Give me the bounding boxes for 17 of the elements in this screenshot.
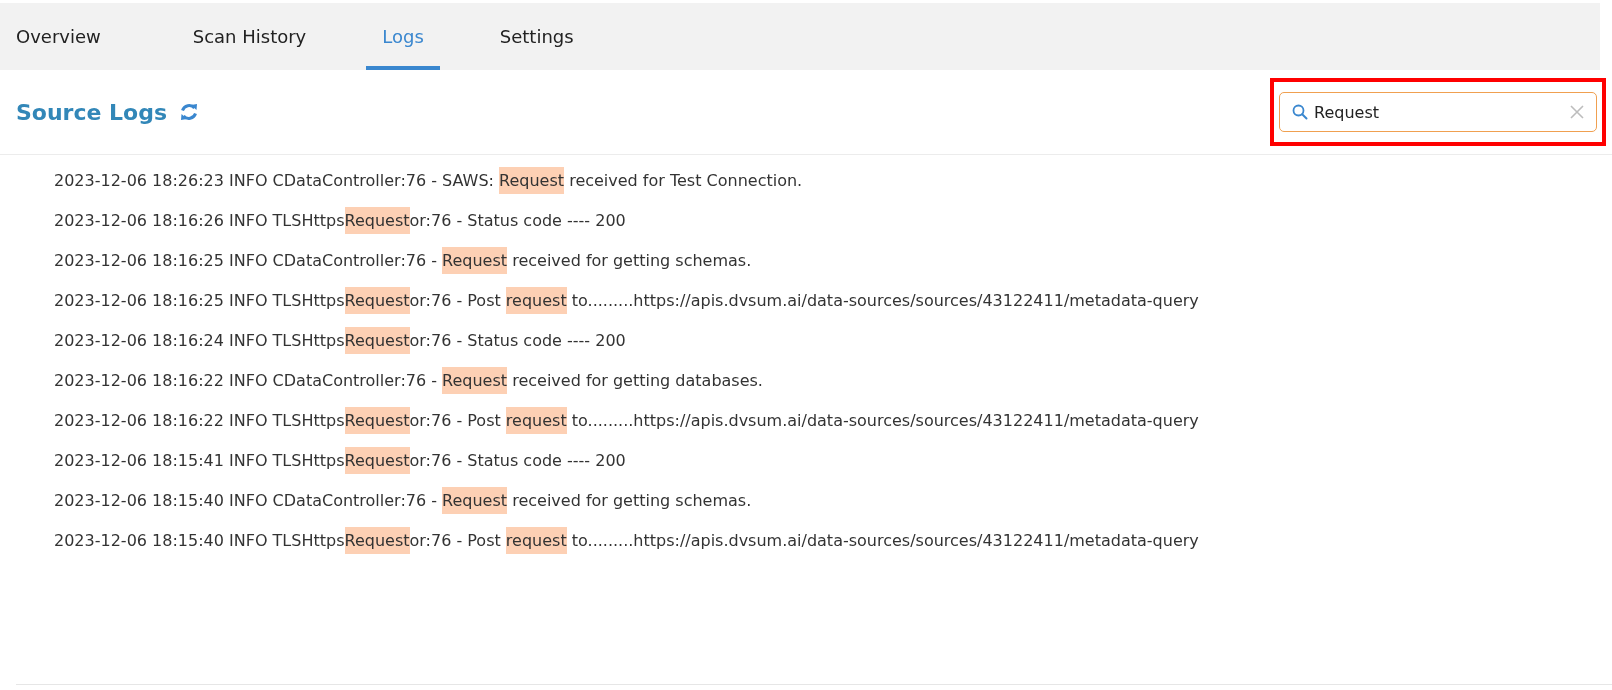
log-line: 2023-12-06 18:16:26 INFO TLSHttpsRequestor:76 - Status code ---- 200 <box>54 201 1612 241</box>
refresh-icon[interactable] <box>179 102 200 122</box>
search-icon <box>1292 104 1308 120</box>
log-line: 2023-12-06 18:16:22 INFO TLSHttpsRequestor:76 - Post request to.........https://apis.dvsum.ai/data-sources/sources/43122411/metadata-query <box>54 401 1612 441</box>
log-line: 2023-12-06 18:16:25 INFO TLSHttpsRequestor:76 - Post request to.........https://apis.dvsum.ai/data-sources/sources/43122411/metadata-query <box>54 281 1612 321</box>
search-field[interactable]: Request <box>1279 92 1597 132</box>
log-line: 2023-12-06 18:15:40 INFO CDataController:76 - Request received for getting schemas. <box>54 481 1612 521</box>
log-line: 2023-12-06 18:16:22 INFO CDataController:76 - Request received for getting databases. <box>54 361 1612 401</box>
tab[interactable]: Settings <box>483 3 590 70</box>
log-line: 2023-12-06 18:16:25 INFO CDataController:76 - Request received for getting schemas. <box>54 241 1612 281</box>
log-line: 2023-12-06 18:15:40 INFO TLSHttpsRequestor:76 - Post request to.........https://apis.dvsum.ai/data-sources/sources/43122411/metadata-query <box>54 521 1612 561</box>
tab[interactable]: Overview <box>0 3 117 70</box>
log-line: 2023-12-06 18:15:41 INFO TLSHttpsRequestor:76 - Status code ---- 200 <box>54 441 1612 481</box>
section-title: Source Logs <box>16 99 168 125</box>
tab[interactable]: Scan History <box>176 3 323 70</box>
log-line: 2023-12-06 18:16:24 INFO TLSHttpsRequestor:76 - Status code ---- 200 <box>54 321 1612 361</box>
log-line: 2023-12-06 18:26:23 INFO CDataController:76 - SAWS: Request received for Test Connection. <box>54 161 1612 201</box>
